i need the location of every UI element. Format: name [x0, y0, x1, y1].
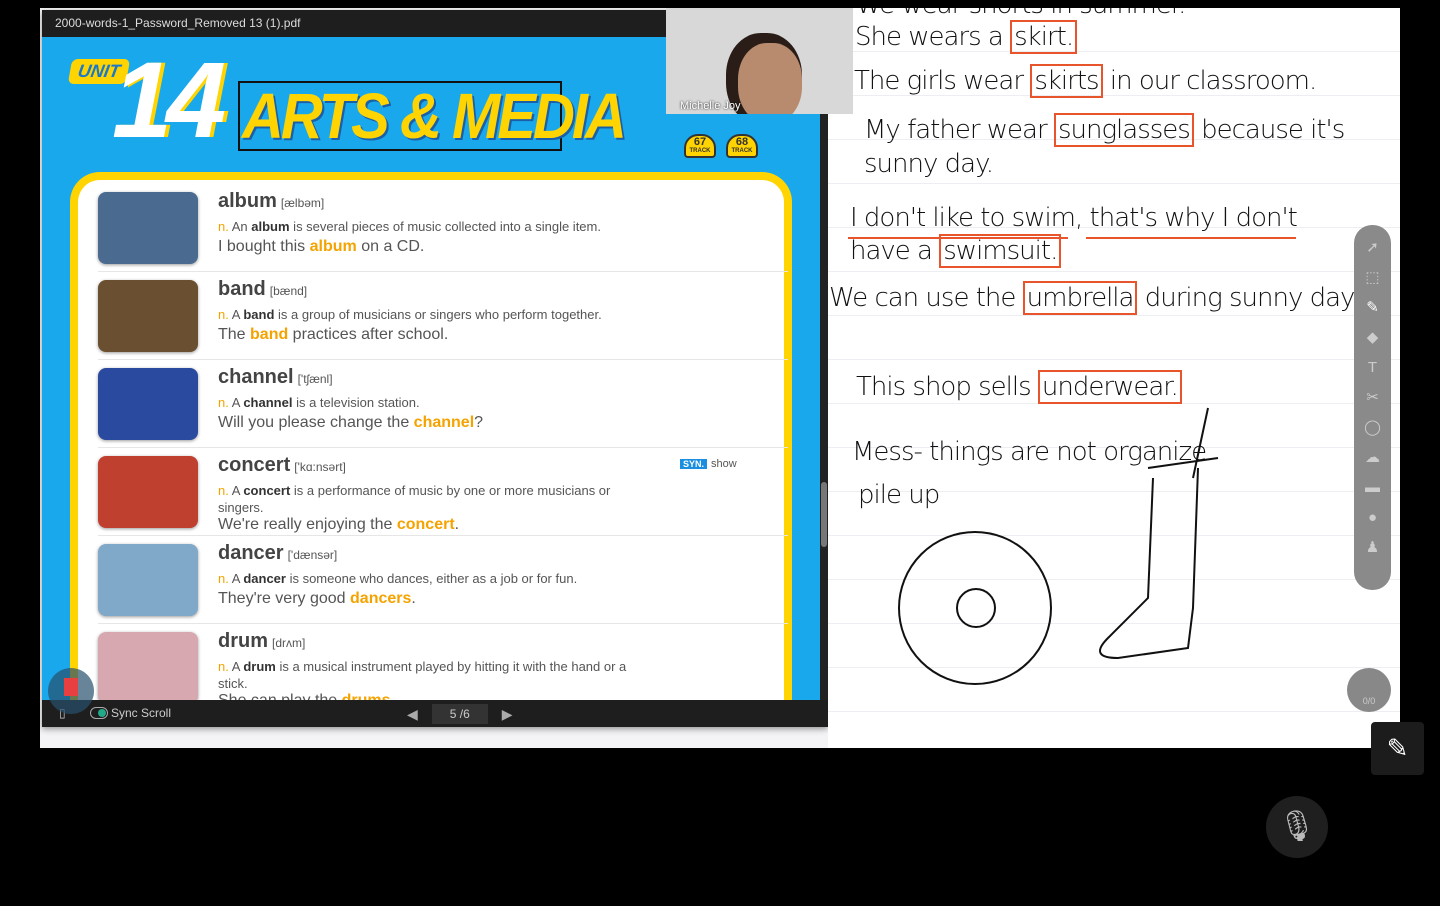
pdf-viewer: 2000-words-1_Password_Removed 13 (1).pdf…	[42, 10, 828, 727]
vocab-word: drum [drʌm]	[218, 630, 306, 652]
toolbox-icon[interactable]: ▬	[1365, 480, 1380, 496]
eraser-icon[interactable]: ◆	[1367, 330, 1379, 346]
unit-number: 14	[112, 39, 226, 160]
participant-video	[738, 43, 802, 114]
whiteboard[interactable]: We wear shorts in summer. She wears a sk…	[828, 8, 1400, 748]
sync-scroll-toggle[interactable]: Sync Scroll	[90, 706, 171, 720]
vocab-example: She can play the drums.	[218, 692, 395, 700]
vocab-word: channel ['tʃænl]	[218, 366, 333, 388]
vocab-word: dancer ['dænsər]	[218, 542, 338, 564]
vocab-example: The band practices after school.	[218, 326, 449, 343]
pdf-scrollbar[interactable]	[820, 37, 828, 700]
vocab-word: album [ælbəm]	[218, 190, 325, 212]
next-page-button[interactable]: ▶	[502, 706, 513, 723]
shape-icon[interactable]: ◯	[1364, 420, 1381, 436]
board-line: pile up	[858, 480, 940, 510]
participant-name: Michelle Joy	[680, 100, 741, 112]
pdf-toolbar: ▯ Sync Scroll ◀ 5 /6 ▶	[42, 700, 828, 727]
board-line: This shop sells underwear.	[856, 370, 1182, 404]
vocab-image	[98, 544, 198, 616]
vocab-definition: n. A drum is a musical instrument played…	[218, 659, 627, 691]
board-line: We can use the umbrella during sunny day…	[829, 281, 1375, 315]
vocab-definition: n. A channel is a television station.	[218, 395, 420, 410]
edit-pen-button[interactable]: ✎	[1371, 722, 1424, 775]
vocab-entry-dancer: dancer ['dænsər] n. A dancer is someone w…	[98, 536, 788, 624]
vocab-entry-band: band [bænd] n. A band is a group of music…	[98, 272, 788, 360]
board-line: I don't like to swim, that's why I don't	[850, 203, 1298, 233]
text-icon[interactable]: T	[1368, 360, 1377, 376]
vocab-image	[98, 280, 198, 352]
seat-counter-button[interactable]: 0/0	[1347, 668, 1391, 712]
vocab-card: album [ælbəm] n. An album is several piec…	[70, 172, 792, 700]
select-area-icon[interactable]: ⬚	[1365, 270, 1379, 286]
vocab-definition: n. A band is a group of musicians or sin…	[218, 307, 602, 322]
vocab-definition: n. A dancer is someone who dances, eithe…	[218, 571, 578, 586]
vocab-example: I bought this album on a CD.	[218, 238, 425, 255]
vocab-entry-channel: channel ['tʃænl] n. A channel is a televi…	[98, 360, 788, 448]
board-line: have a swimsuit.	[850, 234, 1062, 268]
track-68-button[interactable]: 68 TRACK	[726, 134, 758, 158]
whiteboard-toolbar: ➚ ⬚ ✎ ◆ T ✂ ◯ ☁ ▬ ● ♟	[1354, 225, 1391, 590]
board-line: sunny day.	[864, 149, 994, 179]
pen-icon[interactable]: ✎	[1366, 300, 1379, 316]
pointer-icon[interactable]: ➚	[1366, 240, 1379, 256]
vocab-word: band [bænd]	[218, 278, 308, 300]
scissors-icon[interactable]: ✂	[1366, 390, 1379, 406]
track-67-button[interactable]: 67 TRACK	[684, 134, 716, 158]
vocab-definition: n. An album is several pieces of music c…	[218, 219, 601, 234]
prev-page-button[interactable]: ◀	[407, 706, 418, 723]
vocab-word: concert ['kɑ:nsərt]	[218, 454, 346, 476]
board-line: We wear shorts in summer.	[856, 8, 1186, 20]
board-line: Mess- things are not organize	[852, 437, 1207, 467]
vocab-entry-drum: drum [drʌm] n. A drum is a musical instru…	[98, 624, 788, 700]
vocab-image	[98, 632, 198, 700]
microphone-button[interactable]: 🎙	[1266, 796, 1328, 858]
board-line: The girls wear skirts in our classroom.	[854, 64, 1317, 98]
unit-title: ARTS & MEDIA	[242, 80, 627, 153]
vocab-entry-concert: concert ['kɑ:nsərt] n. A concert is a per…	[98, 448, 788, 536]
vocab-image	[98, 368, 198, 440]
vocab-example: We're really enjoying the concert.	[218, 516, 460, 533]
vocab-definition: n. A concert is a performance of music b…	[218, 483, 611, 515]
vocab-image	[98, 192, 198, 264]
pdf-file-icon[interactable]	[48, 668, 94, 714]
synonym: SYN. show	[680, 458, 737, 470]
cloud-icon[interactable]: ☁	[1365, 450, 1380, 466]
page-number[interactable]: 5 /6	[431, 704, 488, 724]
users-icon[interactable]: ♟	[1366, 540, 1379, 556]
board-line: She wears a skirt.	[855, 20, 1078, 54]
vocab-example: Will you please change the channel?	[218, 414, 484, 431]
pdf-page[interactable]: UNIT 14 ARTS & MEDIA 67 TRACK 68 TRACK alb…	[42, 37, 820, 700]
vocab-example: They're very good dancers.	[218, 590, 416, 607]
vocab-entry-album: album [ælbəm] n. An album is several piec…	[98, 184, 788, 272]
board-line: My father wear sunglasses because it's	[864, 113, 1345, 147]
video-tile[interactable]: Michelle Joy	[666, 8, 853, 114]
chat-icon[interactable]: ●	[1368, 510, 1377, 526]
vocab-image	[98, 456, 198, 528]
